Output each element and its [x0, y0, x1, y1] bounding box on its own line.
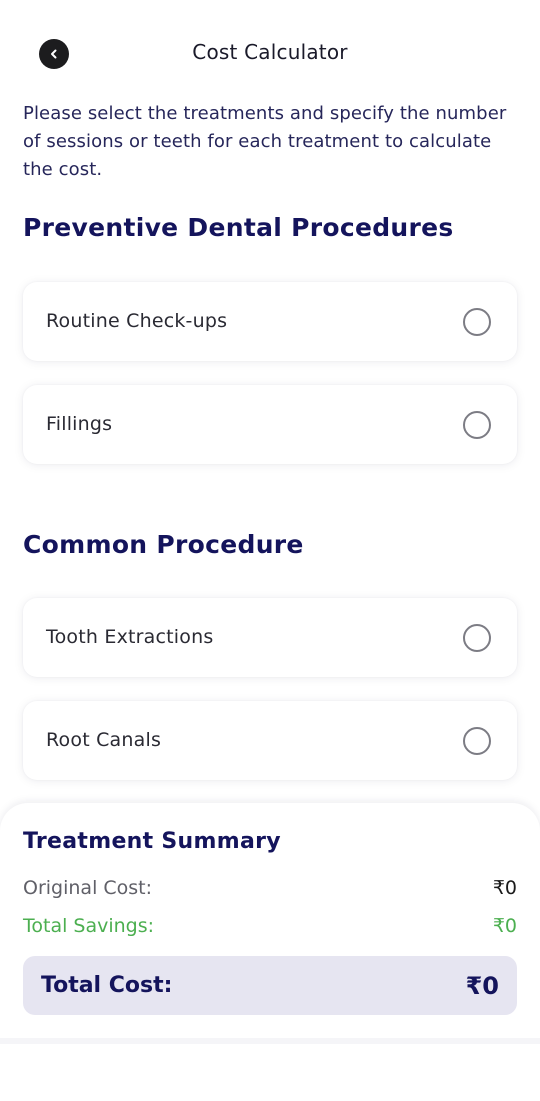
treatment-label: Fillings — [46, 413, 113, 435]
intro-text: Please select the treatments and specify… — [23, 103, 507, 180]
total-cost-box: Total Cost: ₹0 — [23, 956, 517, 1015]
section-title-preventive: Preventive Dental Procedures — [23, 213, 454, 242]
page-title: Cost Calculator — [192, 40, 348, 64]
total-savings-label: Total Savings: — [23, 915, 155, 937]
total-savings-row: Total Savings: ₹0 — [23, 912, 517, 940]
treatment-option-routine-checkups[interactable]: Routine Check-ups — [23, 282, 517, 361]
cost-calculator-screen: Cost Calculator Please select the treatm… — [0, 0, 540, 1101]
treatment-label: Routine Check-ups — [46, 310, 228, 332]
total-cost-label: Total Cost: — [41, 973, 173, 998]
treatment-label: Tooth Extractions — [46, 626, 214, 648]
radio-button[interactable] — [463, 727, 491, 755]
treatment-label: Root Canals — [46, 729, 162, 751]
total-cost-value: ₹0 — [465, 971, 499, 1000]
total-savings-value: ₹0 — [492, 915, 517, 937]
section-title-common: Common Procedure — [23, 530, 304, 559]
original-cost-value: ₹0 — [492, 877, 517, 899]
summary-title: Treatment Summary — [23, 829, 281, 854]
treatment-option-root-canals[interactable]: Root Canals — [23, 701, 517, 780]
radio-button[interactable] — [463, 411, 491, 439]
radio-button[interactable] — [463, 624, 491, 652]
treatment-summary-panel: Treatment Summary Original Cost: ₹0 Tota… — [0, 803, 540, 1039]
original-cost-row: Original Cost: ₹0 — [23, 874, 517, 902]
radio-button[interactable] — [463, 308, 491, 336]
bottom-divider — [0, 1038, 540, 1044]
treatment-option-tooth-extractions[interactable]: Tooth Extractions — [23, 598, 517, 677]
treatment-option-fillings[interactable]: Fillings — [23, 385, 517, 464]
original-cost-label: Original Cost: — [23, 877, 153, 899]
